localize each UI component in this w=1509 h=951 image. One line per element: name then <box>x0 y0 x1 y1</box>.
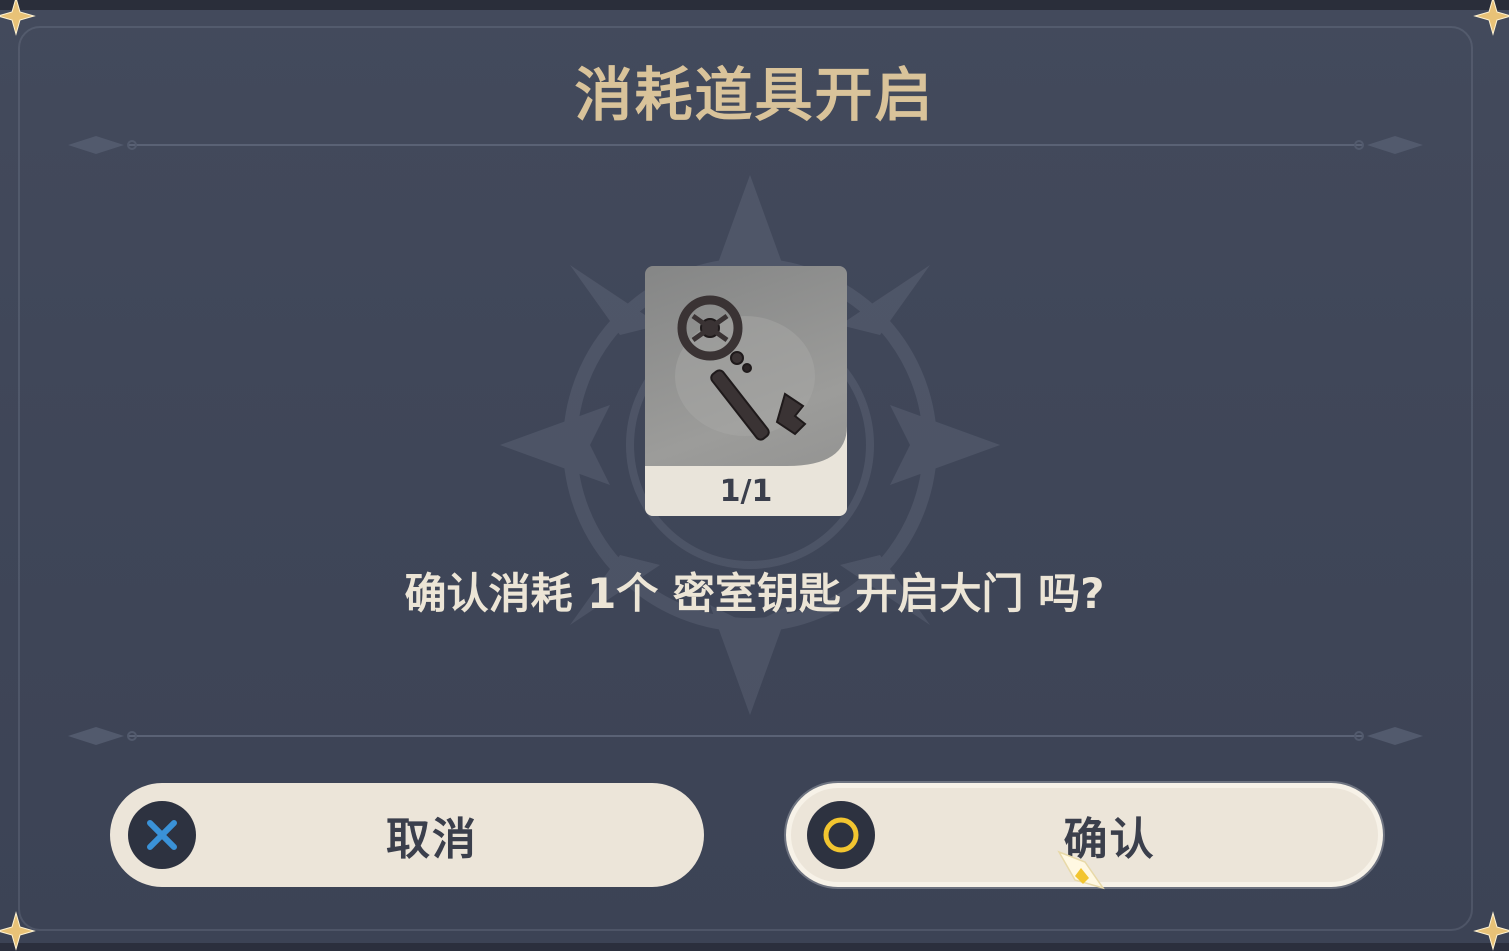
top-background-strip <box>0 0 1509 10</box>
card-corner-decoration <box>787 426 847 466</box>
ornament-divider-top <box>68 136 1423 154</box>
dialog-title: 消耗道具开启 <box>574 61 935 129</box>
cancel-button-label: 取消 <box>386 814 478 865</box>
corner-star-icon <box>0 0 36 36</box>
corner-star-icon <box>1473 911 1509 951</box>
item-card: 1/1 <box>645 266 847 516</box>
cursor-sparkle-icon <box>1057 850 1105 890</box>
ornament-divider-bottom <box>68 727 1423 745</box>
item-count: 1/1 <box>645 466 847 516</box>
confirm-prompt-text: 确认消耗 1个 密室钥匙 开启大门 吗? <box>404 569 1105 618</box>
cancel-button[interactable]: 取消 <box>110 783 704 887</box>
corner-star-icon <box>1473 0 1509 36</box>
consume-item-dialog: 消耗道具开启 1/1 确认消耗 1个 密室钥匙 开启大门 吗? 取消 确认 <box>0 0 1509 951</box>
corner-star-icon <box>0 911 36 951</box>
